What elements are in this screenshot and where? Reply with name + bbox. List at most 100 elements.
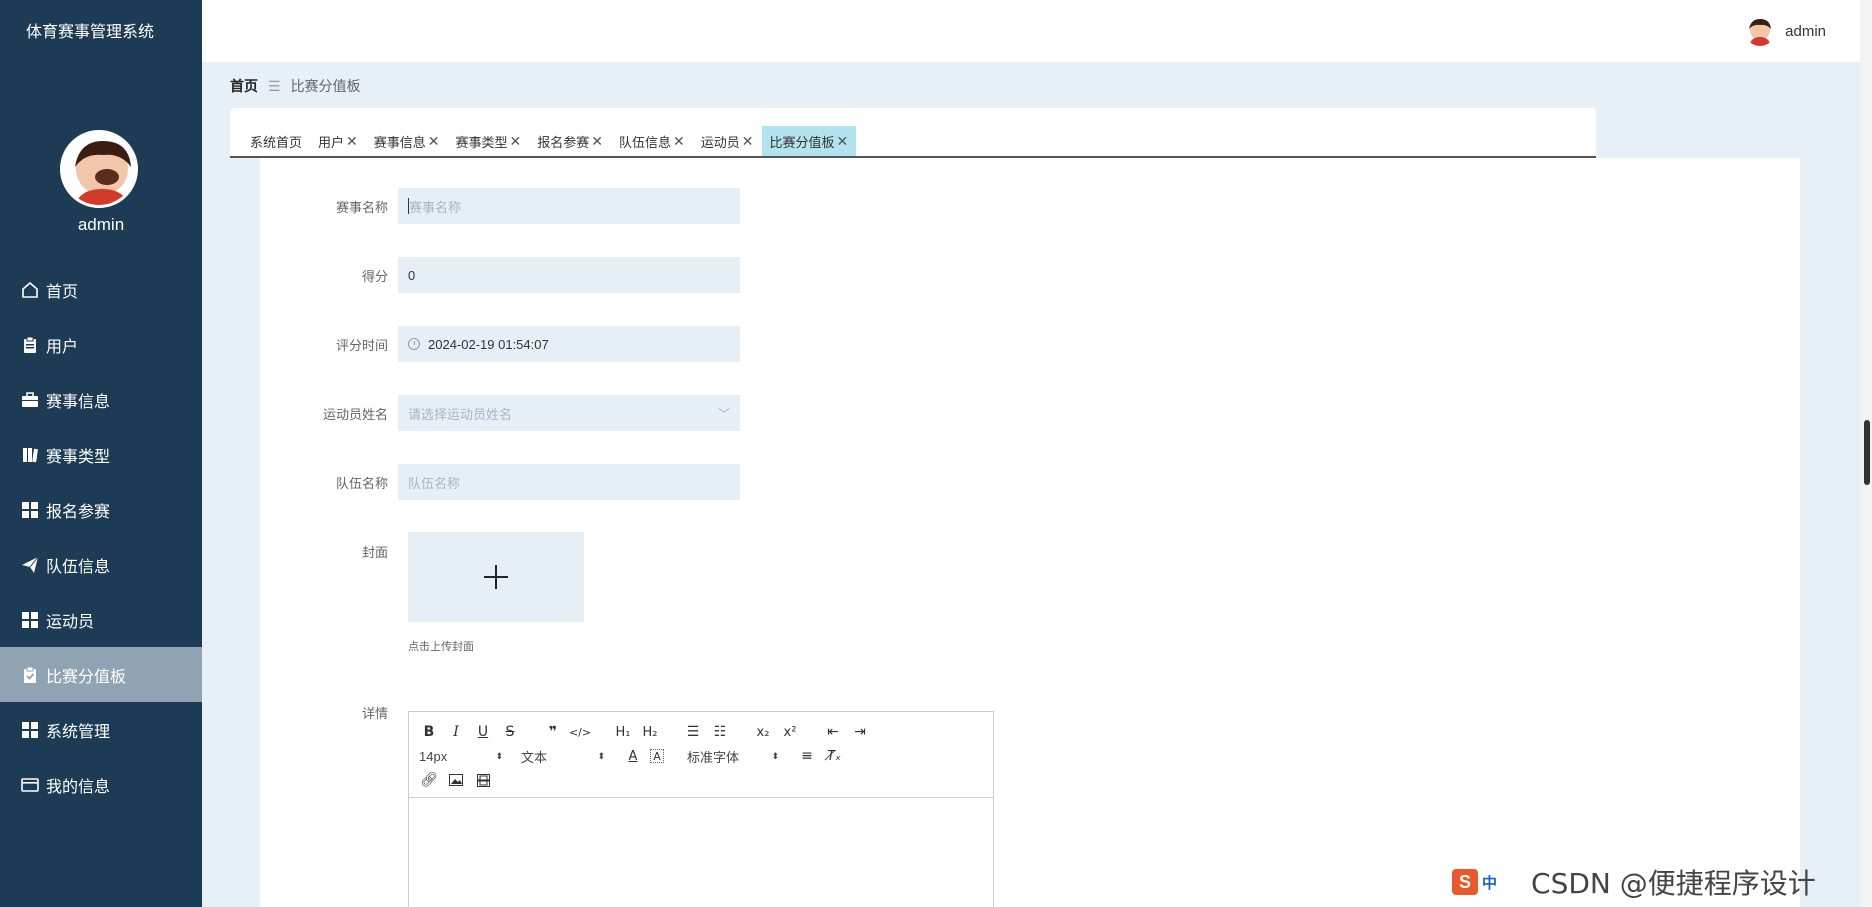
sidebar-item-home[interactable]: 首页 [0,262,202,317]
header-2-icon[interactable]: H₂ [640,722,660,742]
event-name-input[interactable]: 赛事名称 [398,188,740,224]
blockquote-icon[interactable]: ❞ [543,722,563,742]
tab-users[interactable]: 用户 ✕ [310,126,366,156]
select-arrow-icon: ⬍ [495,750,503,761]
sidebar-item-system[interactable]: 系统管理 [0,702,202,757]
page-scrollbar[interactable] [1860,0,1872,907]
code-block-icon[interactable]: </> [569,722,591,742]
watermark-text: CSDN @便捷程序设计 [1531,867,1816,900]
sidebar-item-team-info[interactable]: 队伍信息 [0,537,202,592]
tab-system-home[interactable]: 系统首页 [242,126,310,156]
strikethrough-icon[interactable]: S [500,722,520,742]
tab-label: 比赛分值板 [769,134,835,150]
tab-label: 系统首页 [250,134,303,150]
details-label: 详情 [361,706,388,721]
background-color-icon[interactable]: A [650,749,664,763]
cover-upload[interactable] [408,532,584,622]
avatar[interactable] [60,130,138,208]
breadcrumb-home[interactable]: 首页 [230,76,258,96]
close-icon[interactable]: ✕ [837,133,849,150]
athlete-placeholder: 请选择运动员姓名 [408,406,513,422]
avatar-image [63,133,135,205]
editor-content-area[interactable] [409,798,993,907]
align-icon[interactable]: ≡ [797,746,817,766]
ordered-list-icon[interactable]: ☰ [683,722,703,742]
sidebar-item-label: 报名参赛 [46,503,111,521]
underline-icon[interactable]: U [473,722,493,742]
superscript-icon[interactable]: x² [780,722,800,742]
font-color-icon[interactable]: A [623,746,643,766]
tab-label: 运动员 [700,134,740,150]
bullet-list-icon[interactable]: ☷ [710,722,730,742]
header-select[interactable]: 文本 ⬍ [521,747,605,766]
tab-event-info[interactable]: 赛事信息 ✕ [366,126,448,156]
athlete-label: 运动员姓名 [322,406,388,422]
cover-label: 封面 [361,545,388,560]
home-icon [20,280,40,300]
subscript-icon[interactable]: x₂ [753,722,773,742]
sidebar-item-label: 首页 [46,283,79,301]
video-icon[interactable] [473,770,493,790]
sidebar-item-event-info[interactable]: 赛事信息 [0,372,202,427]
team-input[interactable]: 队伍名称 [398,464,740,500]
header-value: 文本 [521,749,548,765]
tab-label: 队伍信息 [619,134,672,150]
close-icon[interactable]: ✕ [673,133,685,150]
font-family-select[interactable]: 标准字体 ⬍ [687,747,779,766]
breadcrumb-separator-icon: ☰ [268,77,281,94]
font-size-value: 14px [419,748,448,764]
sidebar-item-label: 队伍信息 [46,558,111,576]
score-input[interactable]: 0 [398,257,740,293]
score-value: 0 [408,267,416,283]
grid-icon [20,720,40,740]
header-1-icon[interactable]: H₁ [613,722,633,742]
close-icon[interactable]: ✕ [742,133,754,150]
clear-format-icon[interactable]: T̸ₓ [824,746,844,766]
form-row-score: 得分 0 [260,257,740,293]
form-row-athlete: 运动员姓名 请选择运动员姓名 ﹀ [260,395,740,431]
score-time-picker[interactable]: 2024-02-19 01:54:07 [398,326,740,362]
indent-icon[interactable]: ⇥ [850,722,870,742]
sidebar-item-scoreboard[interactable]: 比赛分值板 [0,647,202,702]
sidebar-item-athletes[interactable]: 运动员 [0,592,202,647]
bold-icon[interactable]: B [419,722,439,742]
sidebar-item-event-type[interactable]: 赛事类型 [0,427,202,482]
editor-toolbar: B I U S ❞ </> H₁ H₂ ☰ ☷ x₂ x² ⇤ ⇥ 14px ⬍… [409,712,993,798]
sidebar-item-my-info[interactable]: 我的信息 [0,757,202,812]
tab-scoreboard[interactable]: 比赛分值板 ✕ [761,126,857,156]
image-icon[interactable] [446,770,466,790]
event-name-label: 赛事名称 [335,199,388,215]
close-icon[interactable]: ✕ [510,133,522,150]
sidebar-item-registration[interactable]: 报名参赛 [0,482,202,537]
font-family-value: 标准字体 [687,749,740,765]
user-menu[interactable]: admin [1745,16,1826,46]
tab-team-info[interactable]: 队伍信息 ✕ [611,126,693,156]
link-icon[interactable]: 🔗︎ [419,770,439,790]
tab-athletes[interactable]: 运动员 ✕ [693,126,762,156]
tabs-bar: 系统首页 用户 ✕ 赛事信息 ✕ 赛事类型 ✕ 报名参赛 ✕ 队伍信息 ✕ 运动员 ✕ 比赛… [230,108,1596,158]
font-size-select[interactable]: 14px ⬍ [419,749,503,764]
paper-plane-icon [20,555,40,575]
outdent-icon[interactable]: ⇤ [823,722,843,742]
close-icon[interactable]: ✕ [428,133,440,150]
clipboard-icon [20,335,40,355]
clipboard-check-icon [20,665,40,685]
scrollbar-thumb[interactable] [1864,420,1870,485]
tab-label: 赛事信息 [373,134,426,150]
book-icon [20,445,40,465]
athlete-select[interactable]: 请选择运动员姓名 ﹀ [398,395,740,431]
tab-registration[interactable]: 报名参赛 ✕ [529,126,611,156]
sidebar: 体育赛事管理系统 admin 首页 用户 赛事信息 赛事类型 报名参赛 队伍信息… [0,0,202,907]
ime-toolbar: S 中 CSDN @便捷程序设计 [1452,862,1816,902]
toolbar-row: B I U S ❞ </> H₁ H₂ ☰ ☷ x₂ x² ⇤ ⇥ [419,720,983,744]
close-icon[interactable]: ✕ [591,133,603,150]
italic-icon[interactable]: I [446,722,466,742]
avatar [1745,16,1776,46]
tab-event-type[interactable]: 赛事类型 ✕ [448,126,530,156]
sidebar-item-label: 比赛分值板 [46,668,127,686]
briefcase-icon [20,390,40,410]
sidebar-item-users[interactable]: 用户 [0,317,202,372]
sidebar-menu: 首页 用户 赛事信息 赛事类型 报名参赛 队伍信息 运动员 比赛分值板 系统管理… [0,262,202,812]
breadcrumb: 首页 ☰ 比赛分值板 [230,76,361,96]
close-icon[interactable]: ✕ [346,133,358,150]
